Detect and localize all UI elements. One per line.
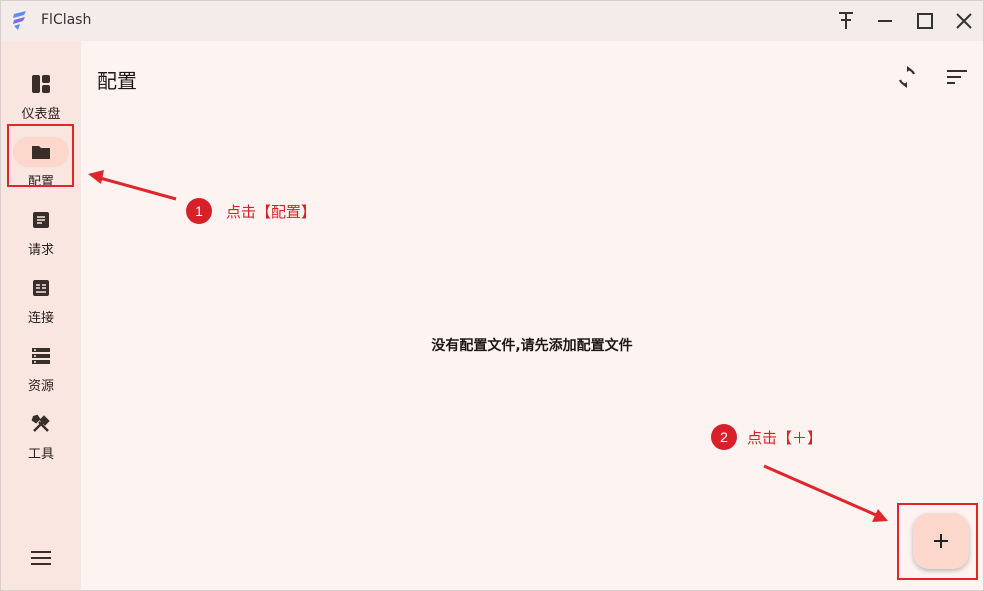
sidebar-item-dashboard[interactable]: 仪表盘 — [1, 63, 81, 125]
annotation-step-2-badge: 2 — [711, 424, 737, 450]
flclash-logo-icon — [13, 11, 26, 30]
annotation-highlight-add — [897, 503, 978, 580]
sidebar-item-label: 连接 — [27, 311, 54, 326]
pin-icon[interactable] — [833, 9, 859, 33]
app-window: FlClash 仪表盘 配置 请求 连接 资源 工具 配置 没有配置文件,请先添… — [0, 0, 984, 591]
annotation-step-1-text: 点击【配置】 — [226, 203, 317, 221]
sort-icon[interactable] — [945, 65, 969, 89]
app-title: FlClash — [41, 12, 92, 28]
hamburger-menu-icon[interactable] — [29, 548, 53, 568]
close-icon[interactable] — [951, 9, 977, 33]
annotation-step-2-text: 点击【＋】 — [747, 429, 823, 447]
sidebar-item-tools[interactable]: 工具 — [1, 403, 81, 465]
title-bar: FlClash — [1, 1, 983, 41]
sidebar-item-requests[interactable]: 请求 — [1, 199, 81, 261]
sidebar-item-label: 资源 — [27, 379, 54, 394]
sidebar-item-label: 请求 — [27, 243, 54, 258]
sidebar-item-resources[interactable]: 资源 — [1, 335, 81, 397]
minimize-icon[interactable] — [872, 9, 898, 33]
sidebar-item-label: 工具 — [27, 447, 54, 462]
request-icon — [13, 205, 69, 235]
annotation-step-1-badge: 1 — [186, 198, 212, 224]
dashboard-icon — [13, 69, 69, 99]
maximize-icon[interactable] — [912, 9, 938, 33]
resource-icon — [13, 341, 69, 371]
page-title: 配置 — [97, 69, 137, 93]
tools-icon — [13, 409, 69, 439]
sidebar-item-label: 仪表盘 — [21, 107, 61, 122]
empty-state-message: 没有配置文件,请先添加配置文件 — [431, 338, 633, 354]
sidebar-item-connections[interactable]: 连接 — [1, 267, 81, 329]
connection-icon — [13, 273, 69, 303]
sync-icon[interactable] — [895, 65, 919, 89]
annotation-highlight-profiles — [7, 124, 74, 187]
